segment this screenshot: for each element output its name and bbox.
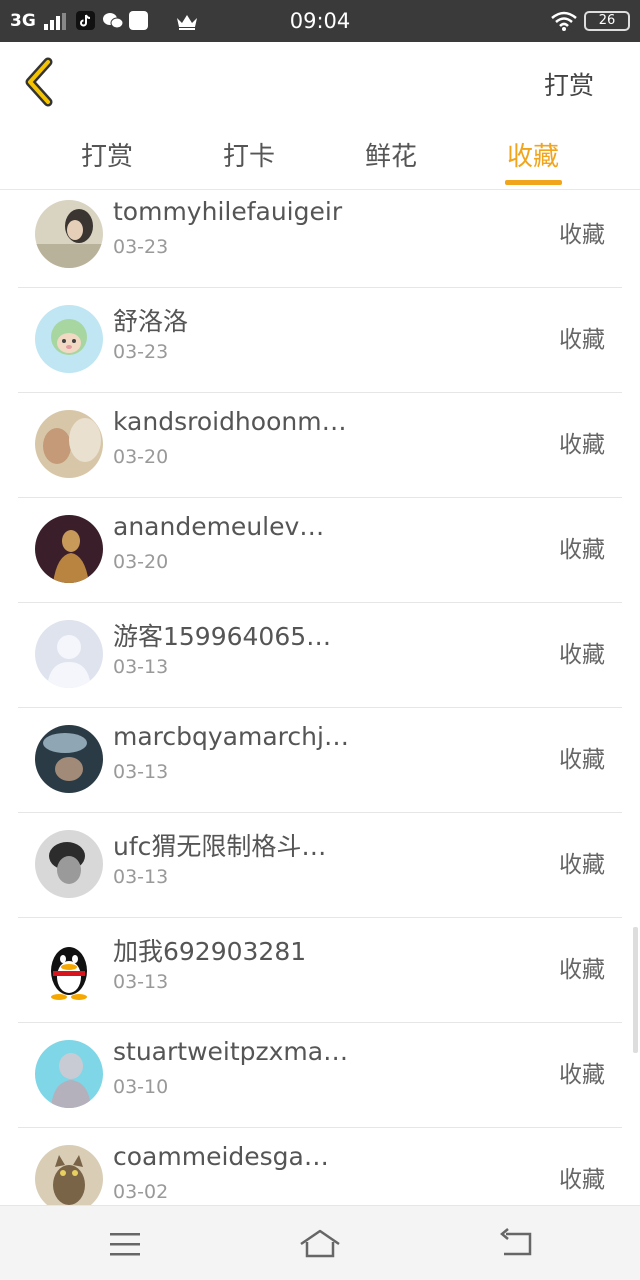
avatar[interactable]: [35, 935, 103, 1003]
tab-favorites[interactable]: 收藏: [473, 136, 593, 173]
list-item[interactable]: stuartweitpzxma… 03-10 收藏: [18, 1023, 622, 1128]
date: 03-02: [113, 1181, 169, 1203]
clock: 09:04: [289, 9, 351, 33]
favorite-label: 收藏: [559, 642, 605, 668]
date: 03-23: [113, 236, 169, 258]
favorite-label: 收藏: [559, 1062, 605, 1088]
favorite-label: 收藏: [559, 537, 605, 563]
avatar[interactable]: [35, 1040, 103, 1108]
home-icon[interactable]: [298, 1226, 342, 1262]
date: 03-23: [113, 341, 169, 363]
active-tab-indicator: [505, 180, 562, 185]
list-item[interactable]: anandemeulev… 03-20 收藏: [18, 498, 622, 603]
favorite-label: 收藏: [559, 852, 605, 878]
tab-flowers[interactable]: 鲜花: [331, 136, 451, 173]
back-button[interactable]: [18, 56, 62, 108]
chevron-left-icon: [25, 57, 53, 107]
user-name: stuartweitpzxma…: [113, 1037, 349, 1066]
date: 03-13: [113, 656, 169, 678]
favorite-label: 收藏: [559, 957, 605, 983]
back-icon[interactable]: [496, 1226, 536, 1262]
tab-checkin[interactable]: 打卡: [189, 136, 309, 173]
favorite-label: 收藏: [559, 432, 605, 458]
list-item[interactable]: marcbqyamarchj… 03-13 收藏: [18, 708, 622, 813]
favorite-label: 收藏: [559, 747, 605, 773]
user-name: kandsroidhoonm…: [113, 407, 347, 436]
menu-icon[interactable]: [105, 1226, 145, 1262]
system-nav-bar: [0, 1205, 640, 1280]
avatar[interactable]: [35, 200, 103, 268]
avatar[interactable]: [35, 515, 103, 583]
avatar[interactable]: [35, 725, 103, 793]
reward-button[interactable]: 打赏: [544, 66, 594, 102]
date: 03-13: [113, 971, 169, 993]
status-bar: 3G 09:04 26: [0, 0, 640, 42]
date: 03-20: [113, 551, 169, 573]
avatar[interactable]: [35, 830, 103, 898]
user-name: tommyhilefauigeir: [113, 197, 343, 226]
avatar[interactable]: [35, 305, 103, 373]
date: 03-13: [113, 761, 169, 783]
favorite-label: 收藏: [559, 222, 605, 248]
list-item[interactable]: 游客159964065… 03-13 收藏: [18, 603, 622, 708]
user-name: ufc猬无限制格斗…: [113, 832, 327, 861]
avatar[interactable]: [35, 1145, 103, 1205]
tab-bar: 打赏 打卡 鲜花 收藏: [0, 122, 640, 190]
wifi-icon: [551, 11, 577, 31]
battery-level: 26: [598, 13, 616, 28]
tab-reward[interactable]: 打赏: [47, 136, 167, 173]
avatar[interactable]: [35, 410, 103, 478]
date: 03-10: [113, 1076, 169, 1098]
header: 打赏: [0, 42, 640, 122]
user-name: anandemeulev…: [113, 512, 325, 541]
battery-icon: 26: [584, 11, 630, 31]
date: 03-20: [113, 446, 169, 468]
favorites-list[interactable]: tommyhilefauigeir 03-23 收藏 舒洛洛 03-23 收藏 …: [0, 191, 640, 1205]
user-name: 加我692903281: [113, 937, 307, 966]
list-item[interactable]: 舒洛洛 03-23 收藏: [18, 288, 622, 393]
list-item[interactable]: kandsroidhoonm… 03-20 收藏: [18, 393, 622, 498]
list-item[interactable]: tommyhilefauigeir 03-23 收藏: [18, 191, 622, 288]
date: 03-13: [113, 866, 169, 888]
favorite-label: 收藏: [559, 1167, 605, 1193]
avatar[interactable]: [35, 620, 103, 688]
list-item[interactable]: 加我692903281 03-13 收藏: [18, 918, 622, 1023]
user-name: marcbqyamarchj…: [113, 722, 349, 751]
list-item[interactable]: ufc猬无限制格斗… 03-13 收藏: [18, 813, 622, 918]
user-name: 游客159964065…: [113, 622, 332, 651]
user-name: 舒洛洛: [113, 307, 189, 336]
favorite-label: 收藏: [559, 327, 605, 353]
list-item[interactable]: coammeidesga… 03-02 收藏: [18, 1128, 622, 1205]
scrollbar[interactable]: [633, 927, 638, 1053]
user-name: coammeidesga…: [113, 1142, 329, 1171]
